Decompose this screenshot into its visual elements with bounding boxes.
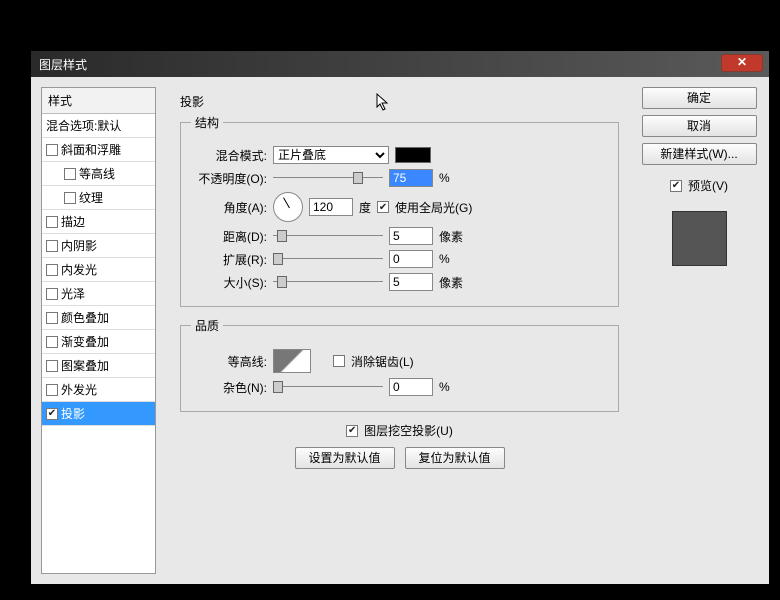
sidebar-item-label: 图案叠加 xyxy=(61,357,109,374)
sidebar-item-label: 等高线 xyxy=(79,165,115,182)
reset-default-button[interactable]: 复位为默认值 xyxy=(405,447,505,469)
sidebar-item-label: 斜面和浮雕 xyxy=(61,141,121,158)
preview-swatch xyxy=(672,211,727,266)
sidebar-item-label: 光泽 xyxy=(61,285,85,302)
panel-title: 投影 xyxy=(180,93,619,110)
sidebar-item[interactable]: 纹理 xyxy=(42,186,155,210)
noise-label: 杂色(N): xyxy=(191,379,267,396)
antialias-checkbox[interactable] xyxy=(333,355,345,367)
antialias-label: 消除锯齿(L) xyxy=(351,353,414,370)
layer-style-dialog: 图层样式 ✕ 样式 混合选项:默认 斜面和浮雕等高线纹理描边内阴影内发光光泽颜色… xyxy=(30,50,770,585)
sidebar-item-label: 内发光 xyxy=(61,261,97,278)
distance-slider[interactable] xyxy=(273,229,383,243)
sidebar-checkbox[interactable] xyxy=(46,384,58,396)
preview-label: 预览(V) xyxy=(688,177,728,194)
ok-button[interactable]: 确定 xyxy=(642,87,757,109)
size-input[interactable] xyxy=(389,273,433,291)
cancel-button[interactable]: 取消 xyxy=(642,115,757,137)
new-style-button[interactable]: 新建样式(W)... xyxy=(642,143,757,165)
noise-slider[interactable] xyxy=(273,380,383,394)
sidebar-item[interactable]: 图案叠加 xyxy=(42,354,155,378)
sidebar-checkbox[interactable] xyxy=(46,312,58,324)
size-slider[interactable] xyxy=(273,275,383,289)
sidebar-item[interactable]: 颜色叠加 xyxy=(42,306,155,330)
sidebar-checkbox[interactable] xyxy=(46,264,58,276)
structure-group: 结构 混合模式: 正片叠底 不透明度(O): % 角度(A): xyxy=(180,114,619,307)
blend-mode-select[interactable]: 正片叠底 xyxy=(273,146,389,164)
knockout-label: 图层挖空投影(U) xyxy=(364,422,453,439)
global-light-checkbox[interactable]: ✔ xyxy=(377,201,389,213)
spread-label: 扩展(R): xyxy=(191,251,267,268)
right-panel: 确定 取消 新建样式(W)... ✔ 预览(V) xyxy=(639,87,759,574)
sidebar-checkbox[interactable] xyxy=(46,144,58,156)
angle-label: 角度(A): xyxy=(191,199,267,216)
sidebar-item[interactable]: 内发光 xyxy=(42,258,155,282)
sidebar-item[interactable]: ✔投影 xyxy=(42,402,155,426)
spread-input[interactable] xyxy=(389,250,433,268)
global-light-label: 使用全局光(G) xyxy=(395,199,472,216)
contour-picker[interactable] xyxy=(273,349,311,373)
window-title: 图层样式 xyxy=(39,56,87,73)
angle-input[interactable] xyxy=(309,198,353,216)
sidebar-item[interactable]: 斜面和浮雕 xyxy=(42,138,155,162)
sidebar-item[interactable]: 外发光 xyxy=(42,378,155,402)
distance-input[interactable] xyxy=(389,227,433,245)
sidebar-checkbox[interactable] xyxy=(46,216,58,228)
sidebar-item[interactable]: 内阴影 xyxy=(42,234,155,258)
settings-panel: 投影 结构 混合模式: 正片叠底 不透明度(O): % xyxy=(166,87,629,574)
opacity-input[interactable] xyxy=(389,169,433,187)
sidebar-item-label: 渐变叠加 xyxy=(61,333,109,350)
sidebar-item-label: 描边 xyxy=(61,213,85,230)
spread-slider[interactable] xyxy=(273,252,383,266)
set-default-button[interactable]: 设置为默认值 xyxy=(295,447,395,469)
sidebar-item-label: 投影 xyxy=(61,405,85,422)
opacity-slider[interactable] xyxy=(273,171,383,185)
sidebar-blend-defaults[interactable]: 混合选项:默认 xyxy=(42,114,155,138)
sidebar-item[interactable]: 光泽 xyxy=(42,282,155,306)
sidebar-item-label: 外发光 xyxy=(61,381,97,398)
size-label: 大小(S): xyxy=(191,274,267,291)
sidebar-checkbox[interactable] xyxy=(64,168,76,180)
sidebar-checkbox[interactable] xyxy=(46,240,58,252)
sidebar-checkbox[interactable] xyxy=(46,360,58,372)
sidebar-item-label: 纹理 xyxy=(79,189,103,206)
sidebar-checkbox[interactable]: ✔ xyxy=(46,408,58,420)
sidebar-checkbox[interactable] xyxy=(46,288,58,300)
sidebar-checkbox[interactable] xyxy=(46,336,58,348)
contour-label: 等高线: xyxy=(191,353,267,370)
angle-dial[interactable] xyxy=(273,192,303,222)
blend-mode-label: 混合模式: xyxy=(191,147,267,164)
opacity-label: 不透明度(O): xyxy=(191,170,267,187)
styles-sidebar: 样式 混合选项:默认 斜面和浮雕等高线纹理描边内阴影内发光光泽颜色叠加渐变叠加图… xyxy=(41,87,156,574)
sidebar-header: 样式 xyxy=(42,88,155,114)
close-icon[interactable]: ✕ xyxy=(721,54,763,72)
titlebar[interactable]: 图层样式 ✕ xyxy=(31,51,769,77)
sidebar-item[interactable]: 渐变叠加 xyxy=(42,330,155,354)
preview-checkbox[interactable]: ✔ xyxy=(670,180,682,192)
shadow-color-swatch[interactable] xyxy=(395,147,431,163)
sidebar-checkbox[interactable] xyxy=(64,192,76,204)
quality-group: 品质 等高线: 消除锯齿(L) 杂色(N): % xyxy=(180,317,619,412)
sidebar-item-label: 颜色叠加 xyxy=(61,309,109,326)
noise-input[interactable] xyxy=(389,378,433,396)
sidebar-item[interactable]: 等高线 xyxy=(42,162,155,186)
knockout-checkbox[interactable]: ✔ xyxy=(346,425,358,437)
sidebar-item-label: 内阴影 xyxy=(61,237,97,254)
sidebar-item[interactable]: 描边 xyxy=(42,210,155,234)
distance-label: 距离(D): xyxy=(191,228,267,245)
